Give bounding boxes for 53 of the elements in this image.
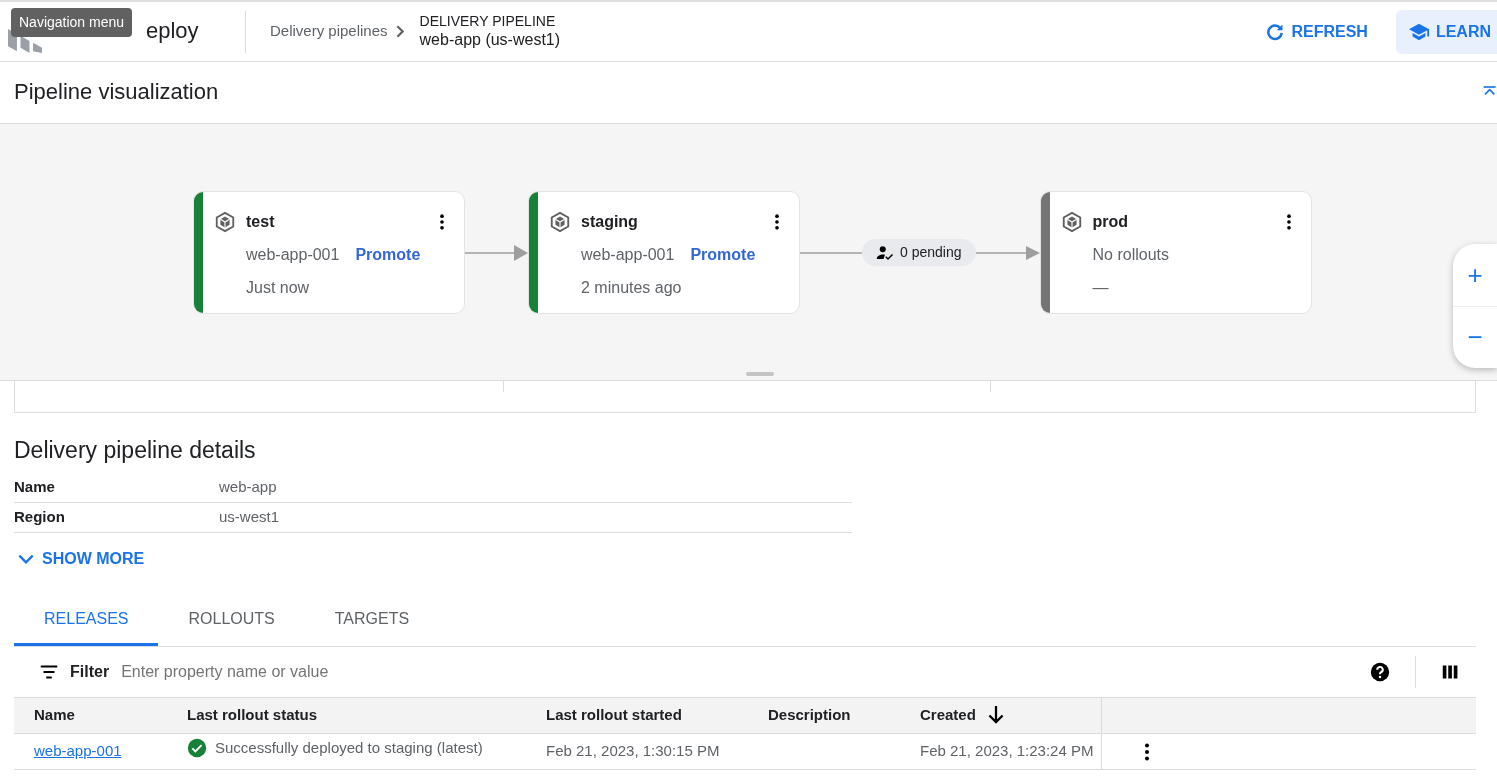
pending-count: 0 pending (900, 243, 962, 262)
cube-icon (1060, 211, 1083, 233)
release-name: No rollouts (1092, 245, 1169, 265)
rollout-time: — (1092, 278, 1110, 298)
target-name: prod (1092, 212, 1129, 232)
refresh-icon (1265, 21, 1286, 42)
rollout-time: 2 minutes ago (581, 278, 683, 298)
connector-arrow (465, 243, 528, 262)
promote-link[interactable]: Promote (690, 243, 756, 267)
resize-handle[interactable] (746, 372, 774, 376)
filter-label: Filter (70, 661, 110, 682)
column-header[interactable]: Created (900, 697, 1101, 734)
target-name: staging (581, 212, 638, 232)
cube-icon (549, 211, 571, 233)
tab[interactable]: RELEASES (14, 598, 159, 646)
table-cell: Feb 21, 2023, 1:30:15 PM (546, 741, 720, 759)
table-cell-text: Successfully deployed to staging (latest) (215, 738, 483, 759)
page-kind: DELIVERY PIPELINE (419, 12, 557, 31)
field-label: Name (14, 476, 56, 497)
section-title: Delivery pipeline details (14, 437, 257, 465)
field-value: us-west1 (219, 506, 281, 527)
column-header[interactable]: Description (748, 697, 900, 734)
promote-link[interactable]: Promote (355, 243, 421, 267)
product-name: eploy (146, 19, 199, 44)
rollout-time: Just now (246, 278, 311, 298)
chevron-right-icon (395, 25, 404, 38)
release-link[interactable]: web-app-001 (34, 741, 122, 759)
zoom-in-button[interactable]: + (1453, 244, 1497, 306)
tab[interactable]: ROLLOUTS (158, 598, 305, 646)
cube-icon (214, 211, 236, 233)
field-value: web-app (219, 476, 278, 497)
column-header[interactable]: Last rollout started (526, 697, 748, 734)
section-title: Pipeline visualization (14, 79, 219, 106)
tab[interactable]: TARGETS (304, 598, 440, 646)
page-title: web-app (us-west1) (419, 30, 561, 51)
table-cell: Feb 21, 2023, 1:23:24 PM (920, 741, 1094, 759)
column-header[interactable]: Name (14, 697, 167, 734)
breadcrumb-link[interactable]: Delivery pipelines (270, 20, 388, 43)
tooltip: Navigation menu (11, 7, 133, 37)
target-name: test (246, 212, 275, 232)
learn-button[interactable]: LEARN (1395, 9, 1497, 54)
field-label: Region (14, 506, 66, 527)
help-icon[interactable] (1369, 660, 1391, 683)
person-check-icon (876, 243, 894, 262)
check-circle-icon (187, 738, 207, 759)
show-more-button[interactable]: SHOW MORE (14, 542, 147, 575)
column-header[interactable]: Last rollout status (167, 697, 526, 734)
approval-pill[interactable]: 0 pending (862, 239, 976, 266)
connector-arrow (975, 245, 1040, 260)
release-name: web-app-001 (246, 245, 340, 265)
zoom-out-button[interactable]: − (1453, 306, 1497, 368)
refresh-button[interactable]: REFRESH (1253, 9, 1380, 54)
release-name: web-app-001 (581, 245, 675, 265)
